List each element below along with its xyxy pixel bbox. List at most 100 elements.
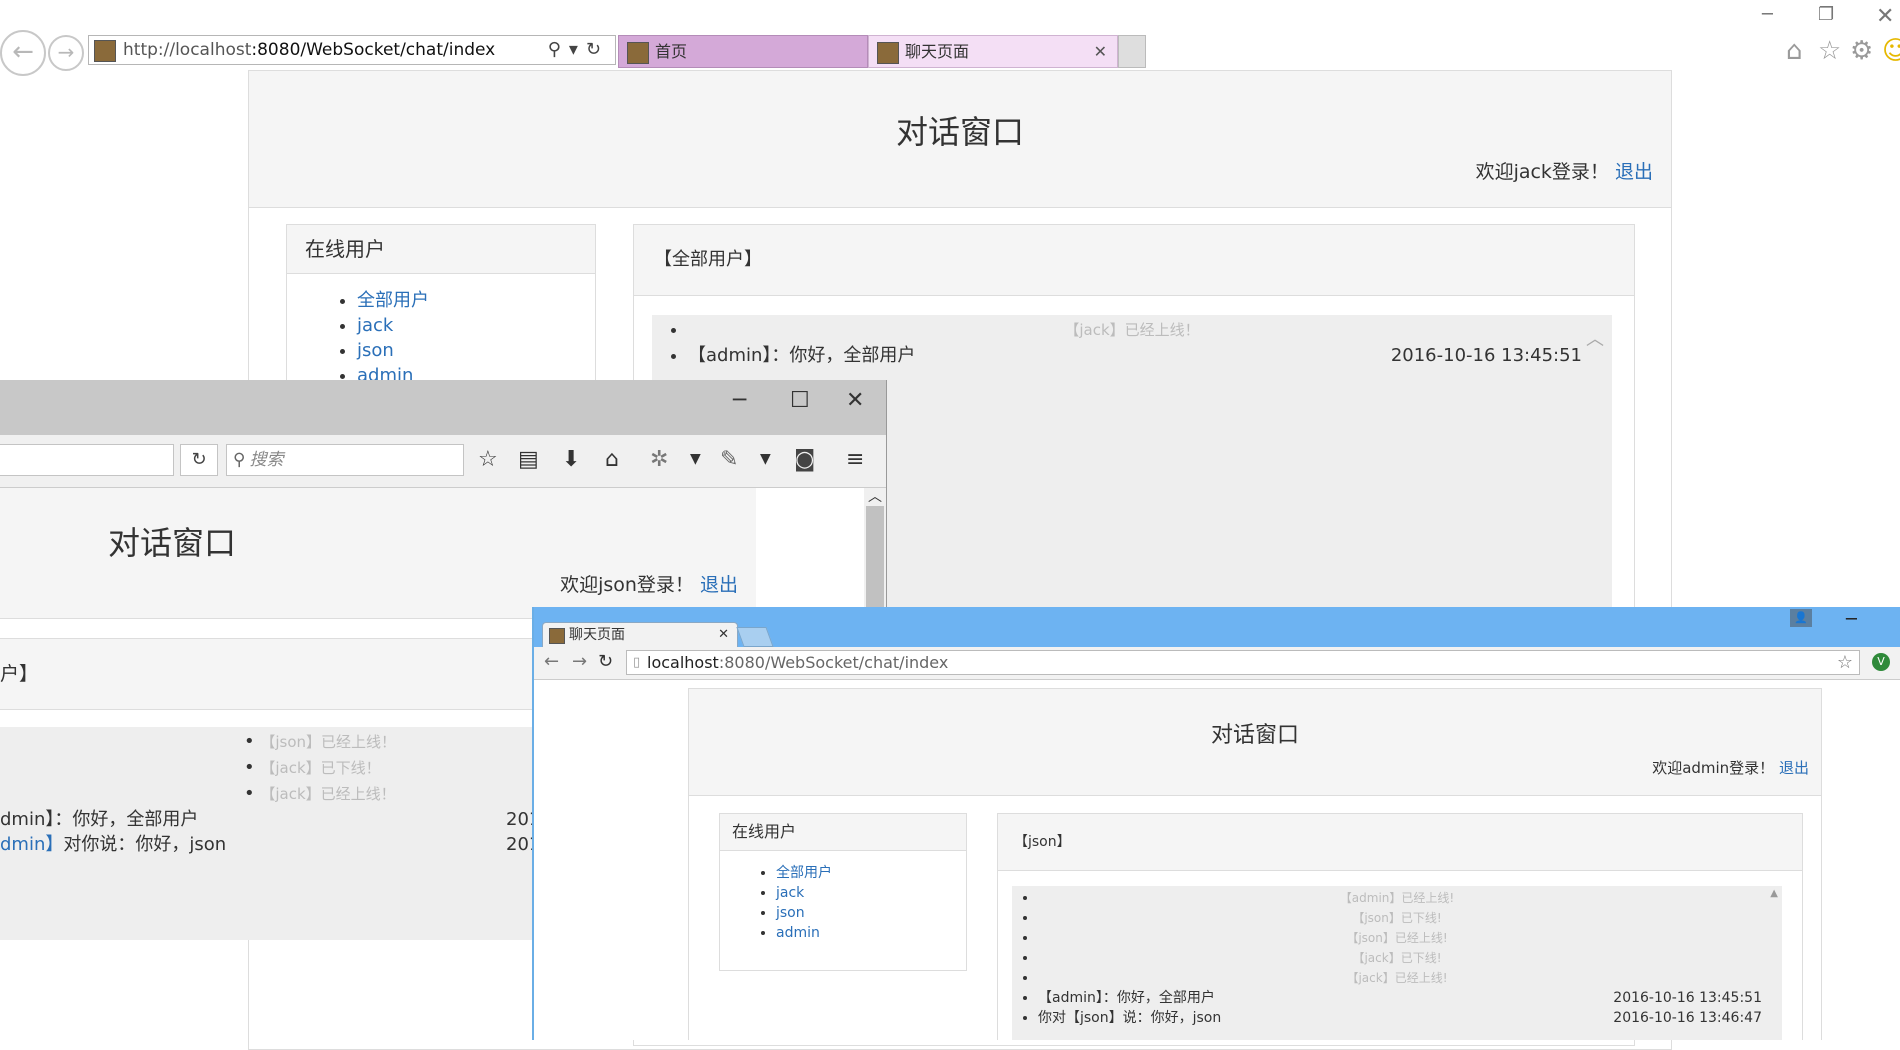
hamburger-menu-icon[interactable]: ≡ [846, 447, 864, 472]
user-link[interactable]: 全部用户 [776, 865, 832, 881]
minimize-icon[interactable]: ─ [1846, 609, 1857, 630]
chrome-tab-chat[interactable]: 聊天页面 ✕ [542, 622, 738, 648]
user-item-all[interactable]: 全部用户 [776, 863, 966, 883]
system-message: 【json】已经上线! [1038, 928, 1782, 948]
online-users-list: 全部用户 jack json admin [720, 851, 966, 943]
profile-avatar-icon[interactable]: 👤 [1790, 609, 1812, 627]
online-users-heading: 在线用户 [287, 225, 595, 274]
user-item-json[interactable]: json [357, 338, 595, 363]
gear-icon[interactable]: ⚙ [1850, 36, 1873, 66]
chevron-down-icon[interactable]: ▼ [690, 451, 701, 467]
message-time: 2016-10-16 13:46:47 [1613, 1010, 1762, 1026]
smile-icon[interactable]: ☺ [1882, 36, 1900, 66]
message-time: 2016-10-16 13:45:51 [1613, 990, 1762, 1006]
page-header: 对话窗口 欢迎jack登录！ 退出 [249, 71, 1671, 208]
system-message: 【jack】已经上线! [1038, 968, 1782, 988]
user-link[interactable]: json [776, 905, 805, 921]
minimize-icon[interactable]: ─ [1762, 4, 1773, 25]
bookmark-star-icon[interactable]: ☆ [478, 447, 498, 472]
user-item-admin[interactable]: admin [776, 923, 966, 943]
search-placeholder: 搜索 [249, 450, 284, 470]
logout-link[interactable]: 退出 [1779, 759, 1809, 777]
forward-arrow-icon[interactable]: → [48, 35, 84, 71]
logout-link[interactable]: 退出 [700, 574, 738, 596]
chrome-tabstrip[interactable]: 聊天页面 ✕ 👤 ─ [534, 607, 1900, 648]
page-title: 对话窗口 [895, 113, 1024, 151]
favorites-star-icon[interactable]: ☆ [1818, 36, 1841, 66]
user-item-jack[interactable]: jack [357, 313, 595, 338]
chrome-toolbar: ← → ↻ ▯ localhost:8080/WebSocket/chat/in… [534, 647, 1900, 680]
sender-link[interactable]: dmin】 [0, 834, 63, 855]
close-icon[interactable]: ✕ [846, 388, 864, 413]
search-refresh-icons[interactable]: ⚲▾↻ [548, 36, 609, 64]
new-tab-button[interactable] [736, 627, 774, 647]
user-item-jack[interactable]: jack [776, 883, 966, 903]
page-title: 对话窗口 [108, 524, 237, 562]
user-link[interactable]: jack [357, 315, 393, 336]
tab-favicon-icon [627, 42, 649, 64]
message-area: 【admin】已经上线! 【json】已下线! 【json】已经上线! 【jac… [1012, 886, 1782, 1040]
user-item-json[interactable]: json [776, 903, 966, 923]
new-tab-button[interactable] [1118, 35, 1146, 68]
home-icon[interactable]: ⌂ [605, 447, 619, 472]
page-header: 对话窗口 欢迎json登录！ 退出 [0, 488, 756, 619]
welcome-label: 欢迎admin登录！ [1652, 759, 1775, 777]
chat-heading: 【全部用户】 [634, 225, 1634, 296]
user-link[interactable]: json [357, 340, 394, 361]
user-link[interactable]: 全部用户 [357, 290, 429, 311]
welcome-text: 欢迎admin登录！ 退出 [1652, 757, 1809, 778]
search-input[interactable]: ⚲ 搜索 [226, 444, 464, 476]
message-time: 2016-10-16 13:45:51 [1390, 345, 1582, 366]
chrome-page: 对话窗口 欢迎admin登录！ 退出 在线用户 全部用户 jack json a… [688, 688, 1822, 1040]
logout-link[interactable]: 退出 [1615, 161, 1653, 183]
user-link[interactable]: admin [776, 925, 820, 941]
scroll-up-icon[interactable]: ▲ [1770, 888, 1778, 899]
bookmark-star-icon[interactable]: ☆ [1837, 651, 1853, 674]
ie-tab-chat[interactable]: 聊天页面 ✕ [868, 35, 1118, 68]
system-message-text: 【json】已下线! [1352, 911, 1442, 925]
tab-favicon-icon [549, 628, 565, 644]
scroll-up-icon[interactable]: ︿ [868, 486, 882, 506]
restore-icon[interactable]: ❐ [1818, 4, 1834, 25]
close-tab-icon[interactable]: ✕ [1094, 36, 1107, 68]
url-bar[interactable] [0, 444, 174, 476]
reading-list-icon[interactable]: ▤ [518, 447, 539, 472]
chat-heading: 【json】 [998, 814, 1802, 871]
extension-icon[interactable]: ✲ [650, 447, 668, 472]
ie-tab-home[interactable]: 首页 [618, 35, 868, 68]
close-icon[interactable]: ✕ [1876, 4, 1894, 29]
page-header: 对话窗口 欢迎admin登录！ 退出 [689, 689, 1821, 796]
reload-icon[interactable]: ↻ [180, 444, 218, 476]
back-arrow-icon[interactable]: ← [0, 30, 46, 76]
firefox-titlebar[interactable]: ─ ☐ ✕ [0, 380, 886, 435]
pocket-icon[interactable]: ◙ [794, 447, 815, 472]
extension-icon[interactable]: V [1872, 653, 1890, 671]
maximize-icon[interactable]: ☐ [790, 388, 810, 413]
chevron-down-icon[interactable]: ▼ [760, 451, 771, 467]
system-message-text: 【jack】已下线! [1352, 951, 1442, 965]
back-arrow-icon[interactable]: ← [544, 651, 559, 672]
forward-arrow-icon[interactable]: → [572, 651, 587, 672]
online-users-panel: 在线用户 全部用户 jack json admin [719, 813, 967, 971]
system-message-text: 【jack】已经上线！ [1064, 321, 1200, 339]
scroll-up-icon[interactable]: ︿ [1586, 325, 1604, 351]
reload-icon[interactable]: ↻ [598, 651, 613, 672]
tab-favicon-icon [877, 42, 899, 64]
download-icon[interactable]: ⬇ [562, 447, 580, 472]
message-text: 【admin】：你好，全部用户 [1038, 990, 1215, 1006]
user-item-all[interactable]: 全部用户 [357, 288, 595, 313]
user-link[interactable]: jack [776, 885, 804, 901]
close-tab-icon[interactable]: ✕ [718, 623, 729, 647]
chrome-window: 聊天页面 ✕ 👤 ─ ← → ↻ ▯ localhost:8080/WebSoc… [532, 607, 1900, 1040]
omnibox[interactable]: ▯ localhost:8080/WebSocket/chat/index ☆ [626, 650, 1860, 675]
message-text: 对你说：你好，json [63, 834, 227, 855]
eyedropper-icon[interactable]: ✎ [720, 447, 738, 472]
home-icon[interactable]: ⌂ [1786, 36, 1803, 66]
online-users-list: 全部用户 jack json admin [287, 274, 595, 388]
ie-address-bar[interactable]: http://localhost:8080/WebSocket/chat/ind… [88, 35, 616, 65]
welcome-label: 欢迎json登录！ [560, 574, 694, 596]
minimize-icon[interactable]: ─ [733, 388, 746, 413]
welcome-text: 欢迎jack登录！ 退出 [1476, 157, 1653, 184]
welcome-text: 欢迎json登录！ 退出 [560, 570, 738, 597]
tab-label: 首页 [655, 42, 688, 61]
